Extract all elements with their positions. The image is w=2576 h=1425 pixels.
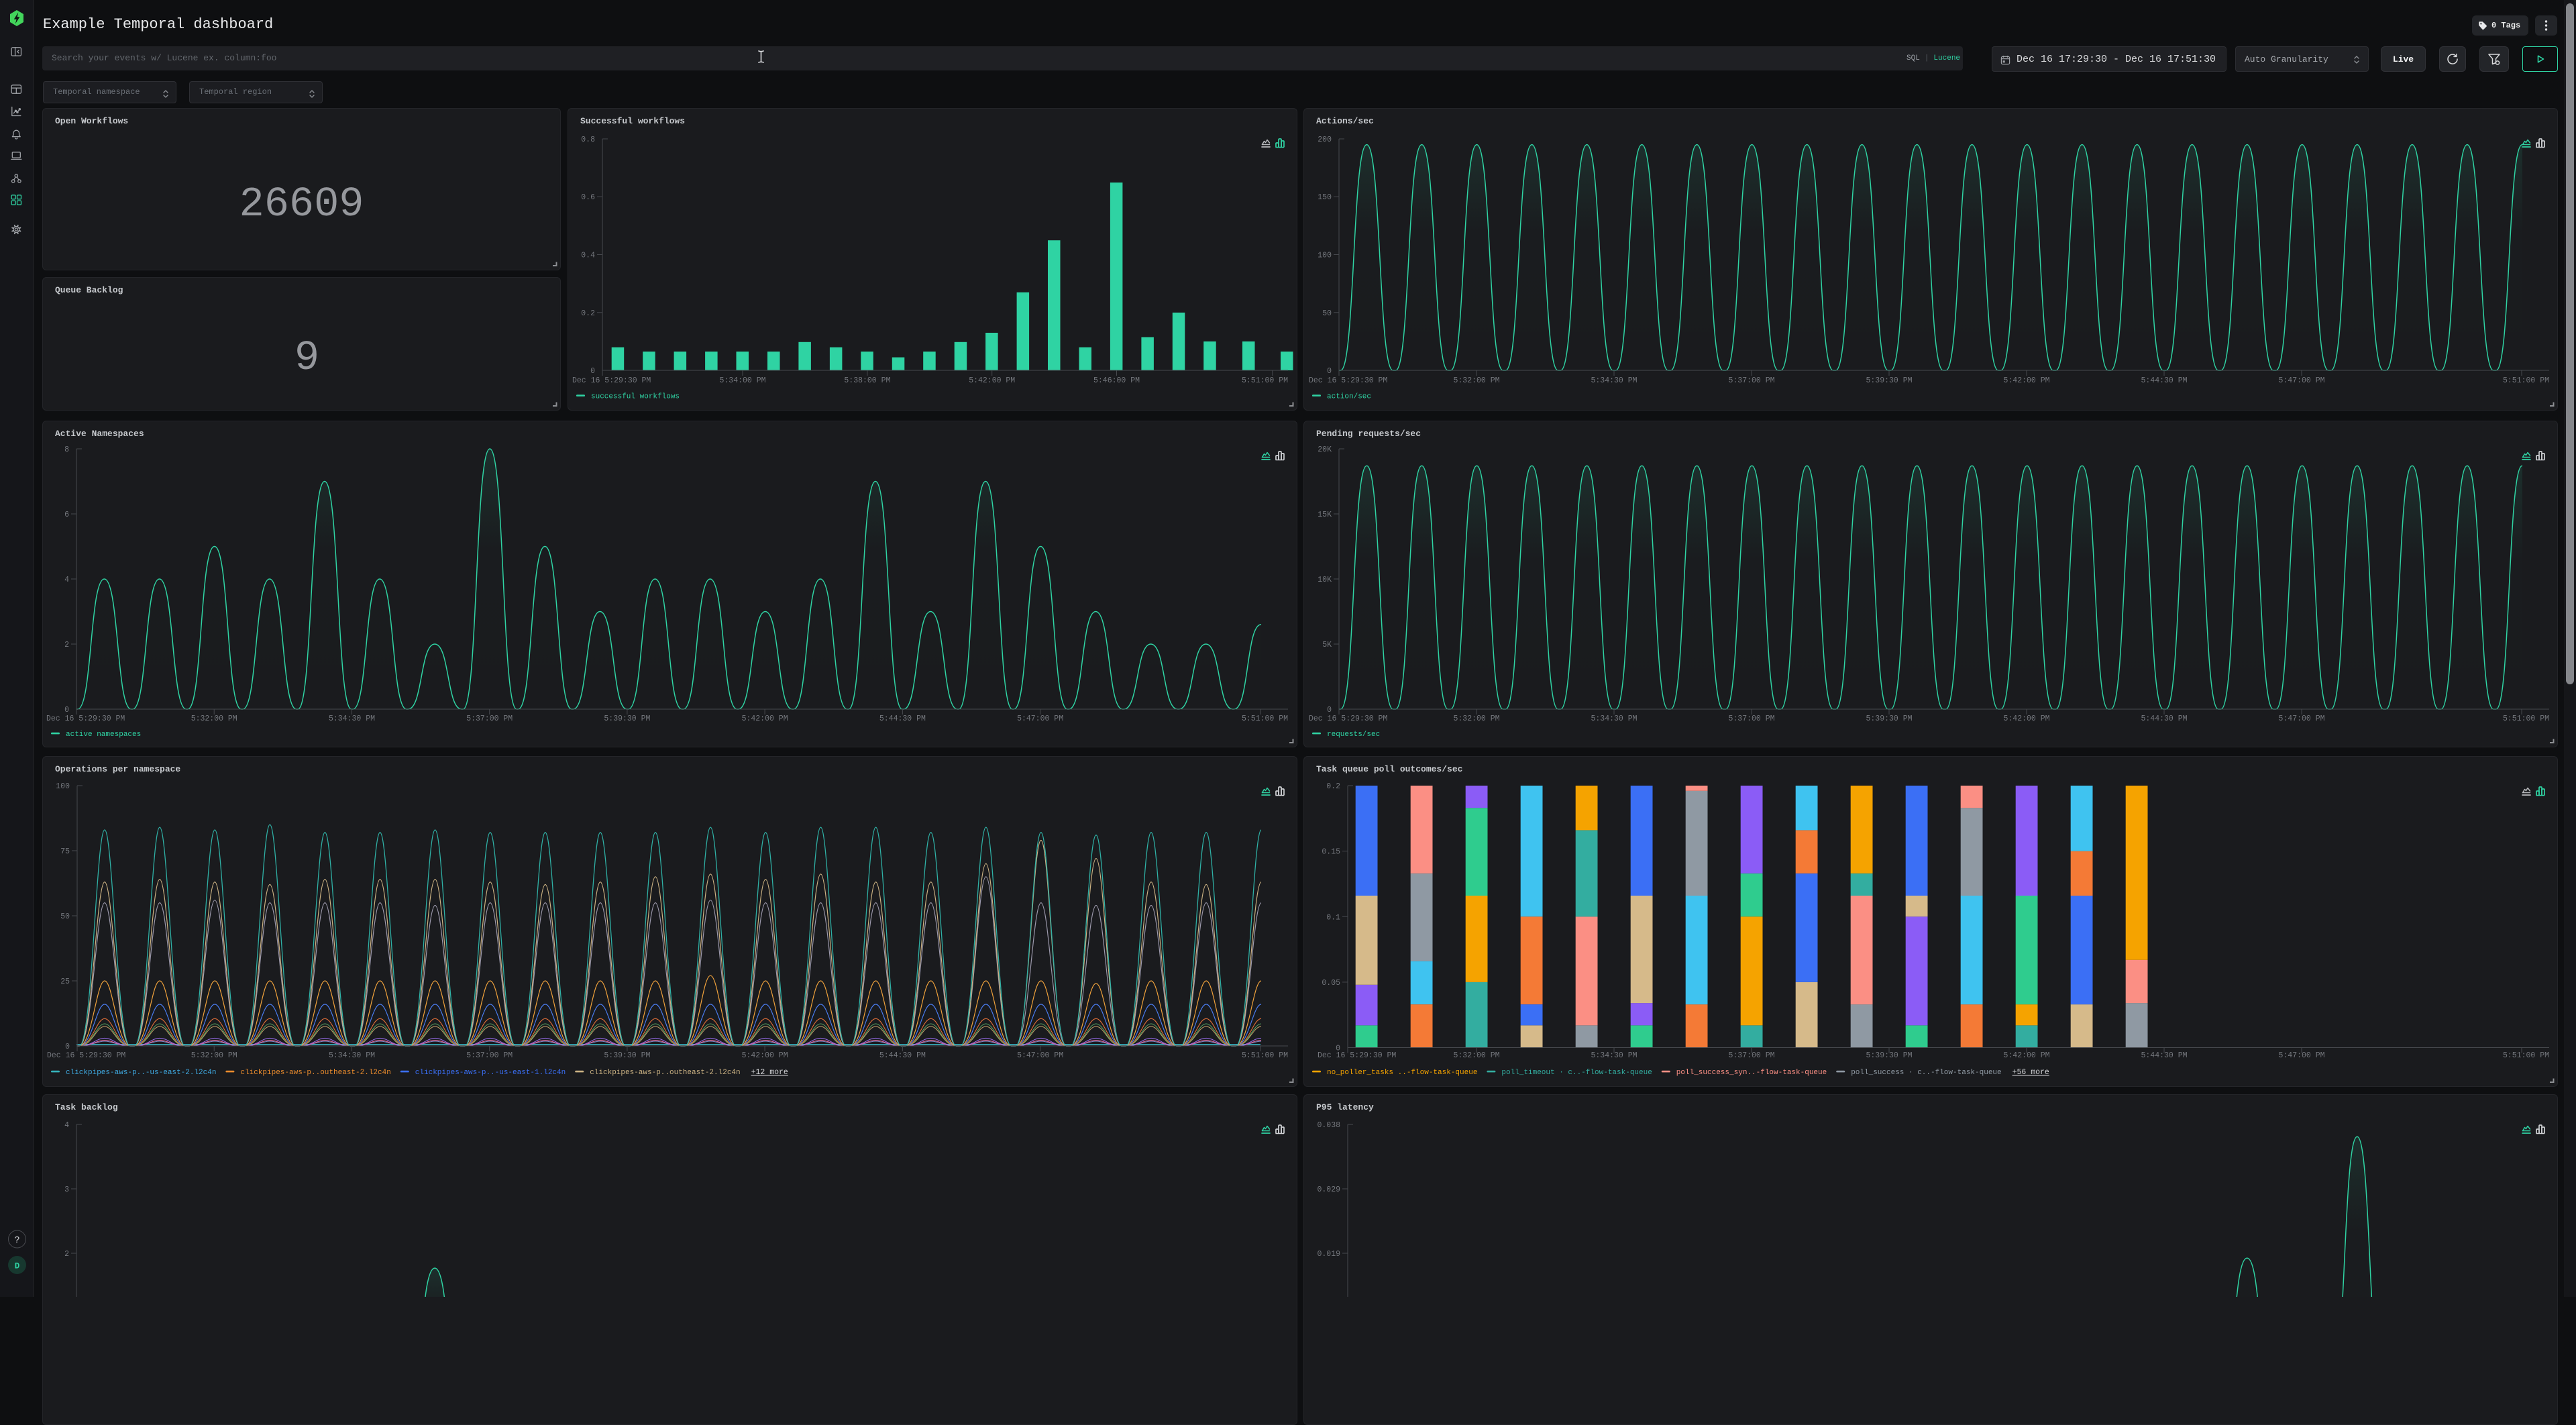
svg-text:Dec 16 5:29:30 PM: Dec 16 5:29:30 PM [1309,376,1387,385]
svg-text:5:44:30 PM: 5:44:30 PM [2141,715,2187,723]
svg-text:0: 0 [590,367,595,376]
svg-text:5:39:30 PM: 5:39:30 PM [1866,715,1912,723]
svg-text:5:32:00 PM: 5:32:00 PM [191,715,237,723]
svg-text:+56 more: +56 more [2012,1068,2049,1077]
svg-text:5:39:30 PM: 5:39:30 PM [604,1051,650,1060]
svg-text:3: 3 [64,1185,69,1194]
svg-text:0.4: 0.4 [581,252,595,260]
svg-text:20K: 20K [1318,445,1332,454]
svg-text:100: 100 [56,782,70,791]
svg-text:requests/sec: requests/sec [1327,731,1380,739]
svg-text:no_poller_tasks ..-flow-task-q: no_poller_tasks ..-flow-task-queue [1327,1069,1477,1077]
svg-text:2: 2 [64,1250,69,1259]
svg-text:5:47:00 PM: 5:47:00 PM [2278,376,2324,385]
svg-text:clickpipes-aws-p..-us-east-2.l: clickpipes-aws-p..-us-east-2.l2c4n [66,1069,216,1077]
svg-text:5:34:30 PM: 5:34:30 PM [1591,715,1637,723]
svg-text:5:34:30 PM: 5:34:30 PM [329,1051,375,1060]
svg-text:0.8: 0.8 [581,136,595,144]
svg-text:5:34:30 PM: 5:34:30 PM [329,715,375,723]
svg-text:200: 200 [1318,136,1332,144]
svg-text:poll_success_syn..-flow-task-q: poll_success_syn..-flow-task-queue [1676,1069,1827,1077]
svg-text:4: 4 [64,1121,69,1130]
svg-text:5:51:00 PM: 5:51:00 PM [2503,376,2549,385]
svg-text:0.05: 0.05 [1322,979,1340,988]
svg-text:5:51:00 PM: 5:51:00 PM [1242,376,1288,385]
svg-text:25: 25 [60,978,70,986]
svg-text:active namespaces: active namespaces [66,731,141,739]
svg-text:5:34:30 PM: 5:34:30 PM [1591,376,1637,385]
svg-text:6: 6 [64,511,69,519]
svg-text:successful workflows: successful workflows [591,393,680,401]
svg-text:5:42:00 PM: 5:42:00 PM [969,376,1015,385]
svg-text:0.2: 0.2 [581,309,595,318]
svg-text:8: 8 [64,445,69,454]
svg-text:0: 0 [1327,367,1332,376]
svg-text:5:37:00 PM: 5:37:00 PM [466,1051,513,1060]
svg-text:50: 50 [60,912,70,921]
svg-text:5:34:00 PM: 5:34:00 PM [719,376,765,385]
svg-text:poll_success · c..-flow-task-q: poll_success · c..-flow-task-queue [1851,1069,2001,1077]
svg-text:5K: 5K [1322,641,1332,649]
svg-text:0.038: 0.038 [1317,1121,1340,1130]
svg-text:5:51:00 PM: 5:51:00 PM [1242,715,1288,723]
svg-text:Dec 16 5:29:30 PM: Dec 16 5:29:30 PM [47,1051,125,1060]
svg-text:10K: 10K [1318,576,1332,584]
svg-text:0.6: 0.6 [581,193,595,202]
svg-text:0.1: 0.1 [1326,913,1340,922]
svg-text:+12 more: +12 more [751,1068,788,1077]
svg-text:0.2: 0.2 [1326,782,1340,791]
svg-text:clickpipes-aws-p..-us-east-1.l: clickpipes-aws-p..-us-east-1.l2c4n [415,1069,566,1077]
svg-text:5:42:00 PM: 5:42:00 PM [742,1051,788,1060]
svg-text:5:39:30 PM: 5:39:30 PM [1866,376,1912,385]
svg-text:5:42:00 PM: 5:42:00 PM [2003,376,2049,385]
svg-text:5:32:00 PM: 5:32:00 PM [1453,376,1499,385]
svg-text:50: 50 [1322,309,1332,318]
svg-text:5:47:00 PM: 5:47:00 PM [1017,1051,1063,1060]
svg-text:5:42:00 PM: 5:42:00 PM [742,715,788,723]
svg-text:5:51:00 PM: 5:51:00 PM [1242,1051,1288,1060]
svg-text:5:32:00 PM: 5:32:00 PM [1453,715,1499,723]
svg-text:2: 2 [64,641,69,649]
svg-text:0.15: 0.15 [1322,848,1340,857]
svg-text:5:39:30 PM: 5:39:30 PM [604,715,650,723]
svg-text:5:37:00 PM: 5:37:00 PM [466,715,513,723]
svg-text:100: 100 [1318,252,1332,260]
svg-text:75: 75 [60,847,70,856]
svg-text:150: 150 [1318,193,1332,202]
svg-text:5:47:00 PM: 5:47:00 PM [1017,715,1063,723]
svg-text:Dec 16 5:29:30 PM: Dec 16 5:29:30 PM [1318,1051,1396,1060]
svg-text:poll_timeout · c..-flow-task-q: poll_timeout · c..-flow-task-queue [1501,1069,1652,1077]
svg-text:action/sec: action/sec [1327,393,1371,401]
svg-text:0: 0 [64,706,69,715]
svg-text:5:44:30 PM: 5:44:30 PM [879,715,926,723]
svg-text:5:42:00 PM: 5:42:00 PM [2003,715,2049,723]
svg-text:5:51:00 PM: 5:51:00 PM [2503,715,2549,723]
svg-text:5:44:30 PM: 5:44:30 PM [879,1051,926,1060]
svg-text:Dec 16 5:29:30 PM: Dec 16 5:29:30 PM [572,376,651,385]
svg-text:Dec 16 5:29:30 PM: Dec 16 5:29:30 PM [46,715,125,723]
svg-text:0.019: 0.019 [1317,1250,1340,1259]
svg-text:5:46:00 PM: 5:46:00 PM [1093,376,1140,385]
svg-text:5:38:00 PM: 5:38:00 PM [844,376,890,385]
svg-text:5:44:30 PM: 5:44:30 PM [2141,376,2187,385]
svg-text:0.029: 0.029 [1317,1185,1340,1194]
svg-text:4: 4 [64,576,69,584]
svg-text:0: 0 [65,1043,70,1051]
svg-text:0: 0 [1327,706,1332,715]
svg-text:Dec 16 5:29:30 PM: Dec 16 5:29:30 PM [1309,715,1387,723]
svg-text:5:51:00 PM: 5:51:00 PM [2503,1051,2549,1060]
svg-text:clickpipes-aws-p..outheast-2.l: clickpipes-aws-p..outheast-2.l2c4n [590,1069,740,1077]
svg-text:clickpipes-aws-p..outheast-2.l: clickpipes-aws-p..outheast-2.l2c4n [240,1069,390,1077]
svg-text:15K: 15K [1318,511,1332,519]
svg-text:5:32:00 PM: 5:32:00 PM [191,1051,237,1060]
svg-text:5:37:00 PM: 5:37:00 PM [1728,715,1774,723]
svg-text:5:47:00 PM: 5:47:00 PM [2278,715,2324,723]
svg-text:5:37:00 PM: 5:37:00 PM [1728,376,1774,385]
